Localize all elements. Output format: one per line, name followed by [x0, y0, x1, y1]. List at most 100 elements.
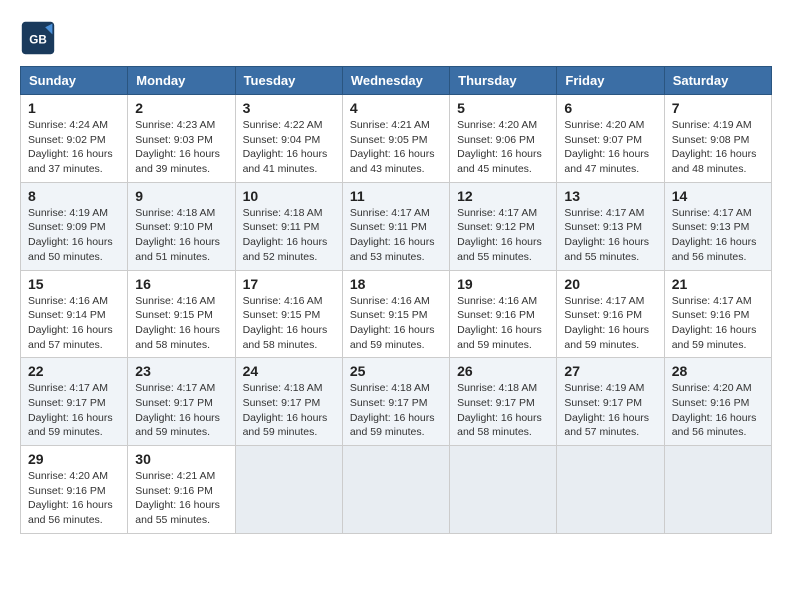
calendar-cell: 2 Sunrise: 4:23 AMSunset: 9:03 PMDayligh… — [128, 95, 235, 183]
day-number: 30 — [135, 451, 227, 467]
calendar-cell: 22 Sunrise: 4:17 AMSunset: 9:17 PMDaylig… — [21, 358, 128, 446]
day-info: Sunrise: 4:18 AMSunset: 9:11 PMDaylight:… — [243, 207, 328, 263]
day-number: 21 — [672, 276, 764, 292]
calendar-cell: 12 Sunrise: 4:17 AMSunset: 9:12 PMDaylig… — [450, 182, 557, 270]
day-info: Sunrise: 4:18 AMSunset: 9:17 PMDaylight:… — [457, 382, 542, 438]
calendar-cell: 16 Sunrise: 4:16 AMSunset: 9:15 PMDaylig… — [128, 270, 235, 358]
calendar-cell — [342, 446, 449, 534]
page-header: GB — [20, 20, 772, 56]
day-info: Sunrise: 4:16 AMSunset: 9:14 PMDaylight:… — [28, 295, 113, 351]
col-header-friday: Friday — [557, 67, 664, 95]
col-header-tuesday: Tuesday — [235, 67, 342, 95]
day-number: 26 — [457, 363, 549, 379]
day-number: 11 — [350, 188, 442, 204]
day-info: Sunrise: 4:16 AMSunset: 9:16 PMDaylight:… — [457, 295, 542, 351]
day-info: Sunrise: 4:18 AMSunset: 9:17 PMDaylight:… — [350, 382, 435, 438]
col-header-thursday: Thursday — [450, 67, 557, 95]
day-number: 5 — [457, 100, 549, 116]
calendar-cell: 1 Sunrise: 4:24 AMSunset: 9:02 PMDayligh… — [21, 95, 128, 183]
calendar-cell: 13 Sunrise: 4:17 AMSunset: 9:13 PMDaylig… — [557, 182, 664, 270]
day-number: 8 — [28, 188, 120, 204]
day-number: 7 — [672, 100, 764, 116]
calendar-cell: 30 Sunrise: 4:21 AMSunset: 9:16 PMDaylig… — [128, 446, 235, 534]
col-header-monday: Monday — [128, 67, 235, 95]
logo-icon: GB — [20, 20, 56, 56]
day-number: 12 — [457, 188, 549, 204]
day-number: 15 — [28, 276, 120, 292]
logo: GB — [20, 20, 60, 56]
day-info: Sunrise: 4:17 AMSunset: 9:12 PMDaylight:… — [457, 207, 542, 263]
calendar-cell: 19 Sunrise: 4:16 AMSunset: 9:16 PMDaylig… — [450, 270, 557, 358]
day-info: Sunrise: 4:16 AMSunset: 9:15 PMDaylight:… — [350, 295, 435, 351]
col-header-sunday: Sunday — [21, 67, 128, 95]
day-number: 22 — [28, 363, 120, 379]
day-info: Sunrise: 4:24 AMSunset: 9:02 PMDaylight:… — [28, 119, 113, 175]
day-info: Sunrise: 4:17 AMSunset: 9:16 PMDaylight:… — [564, 295, 649, 351]
day-info: Sunrise: 4:21 AMSunset: 9:05 PMDaylight:… — [350, 119, 435, 175]
calendar-week-2: 8 Sunrise: 4:19 AMSunset: 9:09 PMDayligh… — [21, 182, 772, 270]
day-number: 2 — [135, 100, 227, 116]
calendar-cell: 7 Sunrise: 4:19 AMSunset: 9:08 PMDayligh… — [664, 95, 771, 183]
day-info: Sunrise: 4:20 AMSunset: 9:07 PMDaylight:… — [564, 119, 649, 175]
day-info: Sunrise: 4:21 AMSunset: 9:16 PMDaylight:… — [135, 470, 220, 526]
day-info: Sunrise: 4:17 AMSunset: 9:13 PMDaylight:… — [564, 207, 649, 263]
calendar-cell — [450, 446, 557, 534]
day-number: 28 — [672, 363, 764, 379]
calendar-week-1: 1 Sunrise: 4:24 AMSunset: 9:02 PMDayligh… — [21, 95, 772, 183]
calendar-cell — [235, 446, 342, 534]
day-number: 6 — [564, 100, 656, 116]
day-info: Sunrise: 4:17 AMSunset: 9:13 PMDaylight:… — [672, 207, 757, 263]
calendar-cell: 5 Sunrise: 4:20 AMSunset: 9:06 PMDayligh… — [450, 95, 557, 183]
day-number: 25 — [350, 363, 442, 379]
day-info: Sunrise: 4:20 AMSunset: 9:16 PMDaylight:… — [28, 470, 113, 526]
calendar-cell: 18 Sunrise: 4:16 AMSunset: 9:15 PMDaylig… — [342, 270, 449, 358]
calendar-week-3: 15 Sunrise: 4:16 AMSunset: 9:14 PMDaylig… — [21, 270, 772, 358]
day-number: 20 — [564, 276, 656, 292]
day-info: Sunrise: 4:18 AMSunset: 9:10 PMDaylight:… — [135, 207, 220, 263]
calendar-cell: 15 Sunrise: 4:16 AMSunset: 9:14 PMDaylig… — [21, 270, 128, 358]
calendar-cell — [664, 446, 771, 534]
day-info: Sunrise: 4:17 AMSunset: 9:11 PMDaylight:… — [350, 207, 435, 263]
calendar-cell: 28 Sunrise: 4:20 AMSunset: 9:16 PMDaylig… — [664, 358, 771, 446]
day-info: Sunrise: 4:17 AMSunset: 9:17 PMDaylight:… — [28, 382, 113, 438]
day-number: 4 — [350, 100, 442, 116]
calendar-cell: 27 Sunrise: 4:19 AMSunset: 9:17 PMDaylig… — [557, 358, 664, 446]
day-number: 24 — [243, 363, 335, 379]
day-number: 10 — [243, 188, 335, 204]
calendar-cell: 9 Sunrise: 4:18 AMSunset: 9:10 PMDayligh… — [128, 182, 235, 270]
calendar-cell: 17 Sunrise: 4:16 AMSunset: 9:15 PMDaylig… — [235, 270, 342, 358]
col-header-saturday: Saturday — [664, 67, 771, 95]
day-number: 13 — [564, 188, 656, 204]
day-info: Sunrise: 4:19 AMSunset: 9:17 PMDaylight:… — [564, 382, 649, 438]
day-number: 29 — [28, 451, 120, 467]
calendar-cell — [557, 446, 664, 534]
day-info: Sunrise: 4:17 AMSunset: 9:17 PMDaylight:… — [135, 382, 220, 438]
calendar-week-4: 22 Sunrise: 4:17 AMSunset: 9:17 PMDaylig… — [21, 358, 772, 446]
calendar-table: SundayMondayTuesdayWednesdayThursdayFrid… — [20, 66, 772, 534]
day-number: 9 — [135, 188, 227, 204]
day-number: 27 — [564, 363, 656, 379]
col-header-wednesday: Wednesday — [342, 67, 449, 95]
day-number: 19 — [457, 276, 549, 292]
day-info: Sunrise: 4:16 AMSunset: 9:15 PMDaylight:… — [243, 295, 328, 351]
calendar-cell: 25 Sunrise: 4:18 AMSunset: 9:17 PMDaylig… — [342, 358, 449, 446]
day-info: Sunrise: 4:23 AMSunset: 9:03 PMDaylight:… — [135, 119, 220, 175]
svg-text:GB: GB — [29, 33, 47, 46]
day-number: 23 — [135, 363, 227, 379]
day-number: 18 — [350, 276, 442, 292]
calendar-cell: 8 Sunrise: 4:19 AMSunset: 9:09 PMDayligh… — [21, 182, 128, 270]
calendar-cell: 23 Sunrise: 4:17 AMSunset: 9:17 PMDaylig… — [128, 358, 235, 446]
calendar-cell: 6 Sunrise: 4:20 AMSunset: 9:07 PMDayligh… — [557, 95, 664, 183]
calendar-cell: 11 Sunrise: 4:17 AMSunset: 9:11 PMDaylig… — [342, 182, 449, 270]
calendar-cell: 26 Sunrise: 4:18 AMSunset: 9:17 PMDaylig… — [450, 358, 557, 446]
day-info: Sunrise: 4:22 AMSunset: 9:04 PMDaylight:… — [243, 119, 328, 175]
day-info: Sunrise: 4:19 AMSunset: 9:08 PMDaylight:… — [672, 119, 757, 175]
day-number: 17 — [243, 276, 335, 292]
day-info: Sunrise: 4:19 AMSunset: 9:09 PMDaylight:… — [28, 207, 113, 263]
calendar-week-5: 29 Sunrise: 4:20 AMSunset: 9:16 PMDaylig… — [21, 446, 772, 534]
calendar-cell: 10 Sunrise: 4:18 AMSunset: 9:11 PMDaylig… — [235, 182, 342, 270]
day-number: 14 — [672, 188, 764, 204]
day-info: Sunrise: 4:17 AMSunset: 9:16 PMDaylight:… — [672, 295, 757, 351]
calendar-header-row: SundayMondayTuesdayWednesdayThursdayFrid… — [21, 67, 772, 95]
day-info: Sunrise: 4:18 AMSunset: 9:17 PMDaylight:… — [243, 382, 328, 438]
